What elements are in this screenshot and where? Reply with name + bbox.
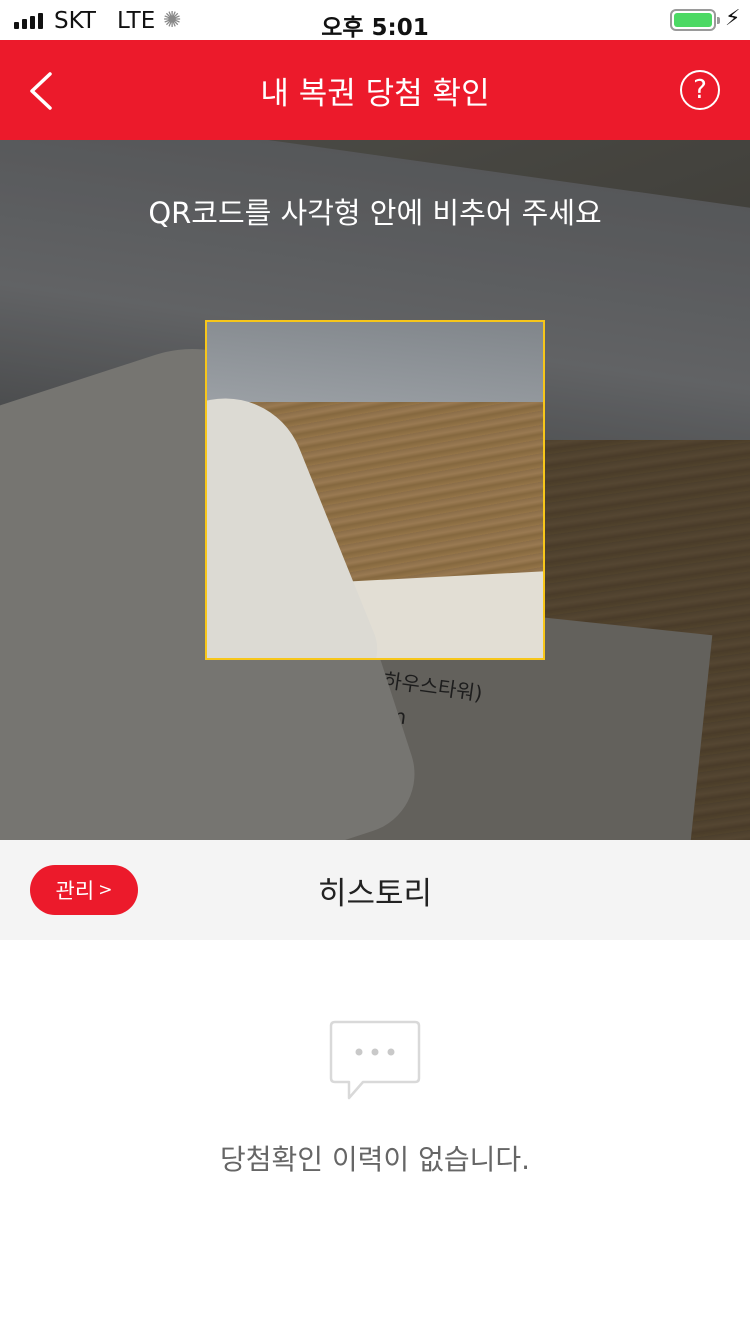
battery-icon xyxy=(670,9,720,31)
app-header: 내 복권 당첨 확인 ? xyxy=(0,40,750,140)
status-bar: SKT LTE ✺ 오후 5:01 ⚡︎ xyxy=(0,0,750,41)
history-title: 히스토리 xyxy=(317,876,433,912)
status-time: 오후 5:01 xyxy=(321,15,429,41)
charging-icon: ⚡︎ xyxy=(725,6,741,31)
camera-viewfinder[interactable]: 호 (신정동, 이펜하우스타워) 3079@nate.com QR코드를 사각형… xyxy=(0,140,750,840)
empty-history-message: 당첨확인 이력이 없습니다. xyxy=(219,1143,531,1176)
battery-level xyxy=(674,13,712,27)
page-title: 내 복권 당첨 확인 xyxy=(260,76,490,112)
help-icon: ? xyxy=(693,75,707,105)
history-bar: 관리 > 히스토리 xyxy=(0,840,750,940)
qr-scan-frame xyxy=(205,320,545,660)
help-button[interactable]: ? xyxy=(680,70,720,110)
scan-instruction: QR코드를 사각형 안에 비추어 주세요 xyxy=(148,196,602,230)
chat-bubble-icon xyxy=(329,1020,421,1100)
